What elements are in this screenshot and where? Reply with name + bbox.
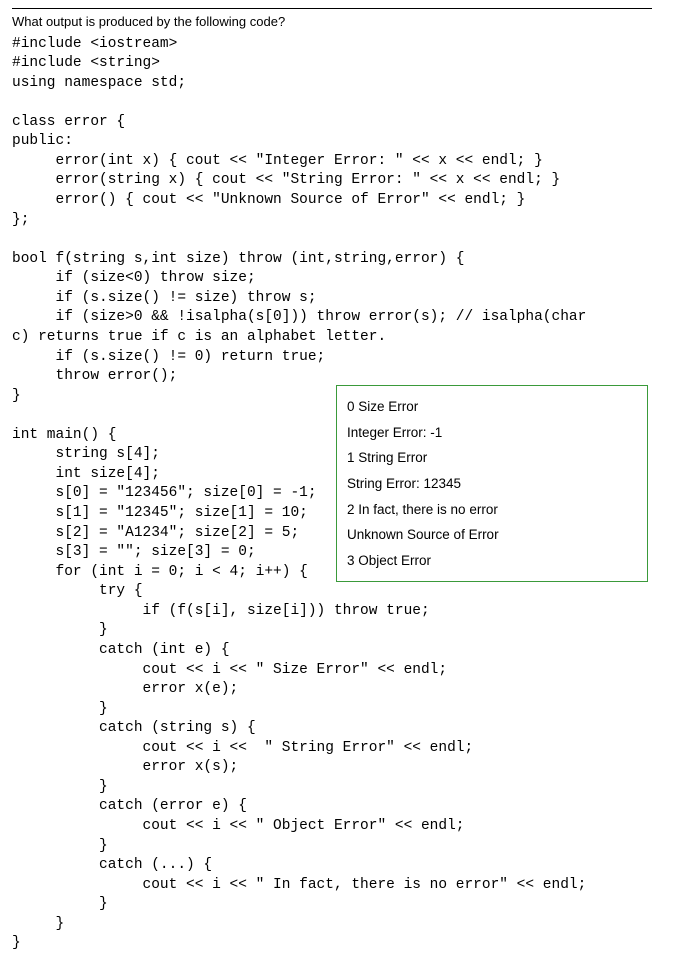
output-line: 0 Size Error [347,394,637,420]
output-line: 2 In fact, there is no error [347,497,637,523]
output-box: 0 Size Error Integer Error: -1 1 String … [336,385,648,582]
question-text: What output is produced by the following… [12,13,664,31]
top-rule [12,8,652,9]
output-line: Unknown Source of Error [347,522,637,548]
output-line: Integer Error: -1 [347,420,637,446]
output-line: 3 Object Error [347,548,637,574]
output-line: 1 String Error [347,445,637,471]
output-line: String Error: 12345 [347,471,637,497]
